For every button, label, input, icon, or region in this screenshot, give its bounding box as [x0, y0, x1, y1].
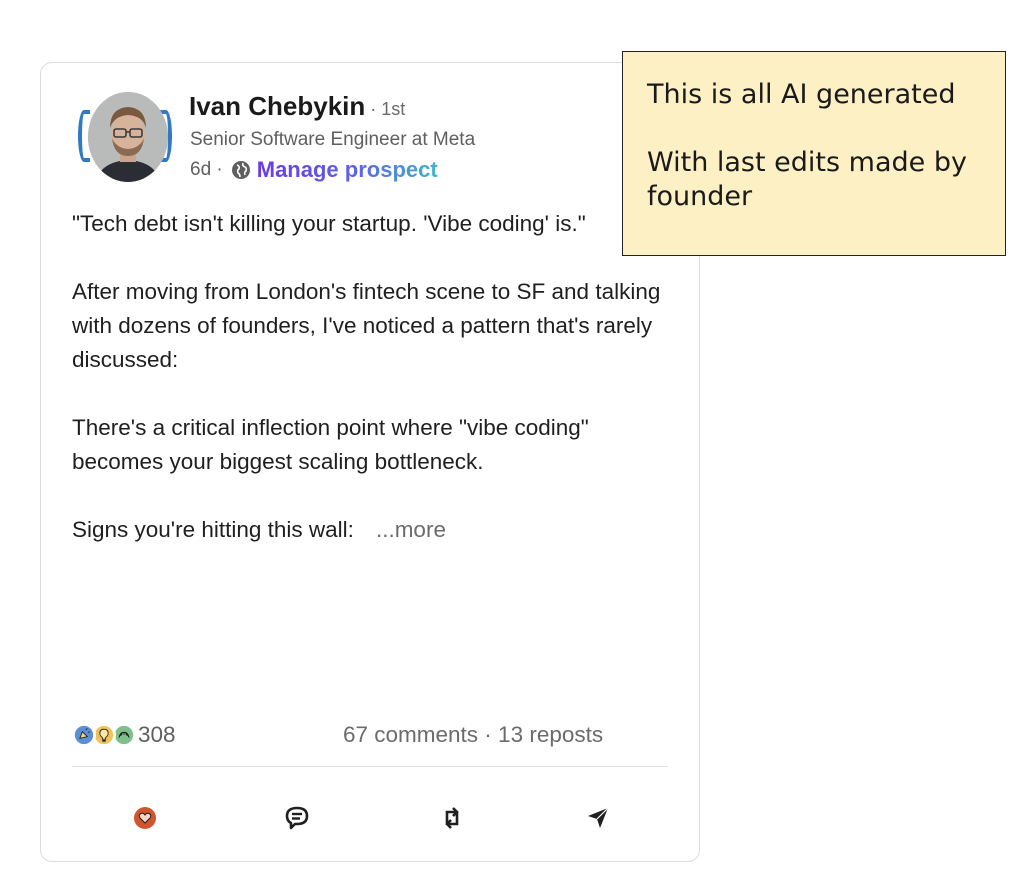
post-paragraph-last: Signs you're hitting this wall: ...more	[72, 513, 672, 547]
reactions-summary[interactable]: 308	[72, 720, 176, 750]
divider	[72, 766, 668, 767]
reaction-icons	[72, 722, 152, 748]
author-line: Ivan Chebykin · 1st	[189, 90, 405, 125]
post-paragraph: There's a critical inflection point wher…	[72, 415, 589, 474]
avatar[interactable]	[78, 92, 172, 186]
connection-degree: · 1st	[365, 99, 406, 119]
comment-icon	[285, 806, 309, 830]
post-paragraph: After moving from London's fintech scene…	[72, 279, 661, 372]
repost-icon	[445, 807, 459, 829]
like-button[interactable]	[130, 803, 160, 833]
note-line: With last edits made by founder	[647, 147, 967, 212]
author-headline: Senior Software Engineer at Meta	[190, 129, 476, 150]
globe-icon	[231, 161, 250, 179]
send-icon	[588, 807, 609, 828]
comments-reposts-count[interactable]: 67 comments · 13 reposts	[343, 720, 603, 750]
annotation-note: This is all AI generated With last edits…	[622, 51, 1006, 256]
heart-icon	[134, 807, 156, 829]
send-button[interactable]	[583, 803, 613, 833]
avatar-photo	[88, 92, 168, 182]
see-more-link[interactable]: ...more	[376, 517, 446, 542]
note-line: This is all AI generated	[647, 79, 956, 110]
repost-button[interactable]	[437, 803, 467, 833]
post-body: "Tech debt isn't killing your startup. '…	[72, 207, 672, 547]
post-age: 6d ·	[190, 159, 223, 180]
person-portrait-icon	[88, 92, 168, 182]
post-meta: 6d · Manage prospect	[190, 157, 438, 183]
comment-button[interactable]	[282, 803, 312, 833]
celebrate-icon	[72, 723, 96, 747]
post-paragraph: "Tech debt isn't killing your startup. '…	[72, 211, 586, 236]
post-paragraph: Signs you're hitting this wall:	[72, 517, 354, 542]
manage-prospect-link[interactable]: Manage prospect	[257, 157, 438, 183]
author-name[interactable]: Ivan Chebykin	[189, 91, 365, 121]
